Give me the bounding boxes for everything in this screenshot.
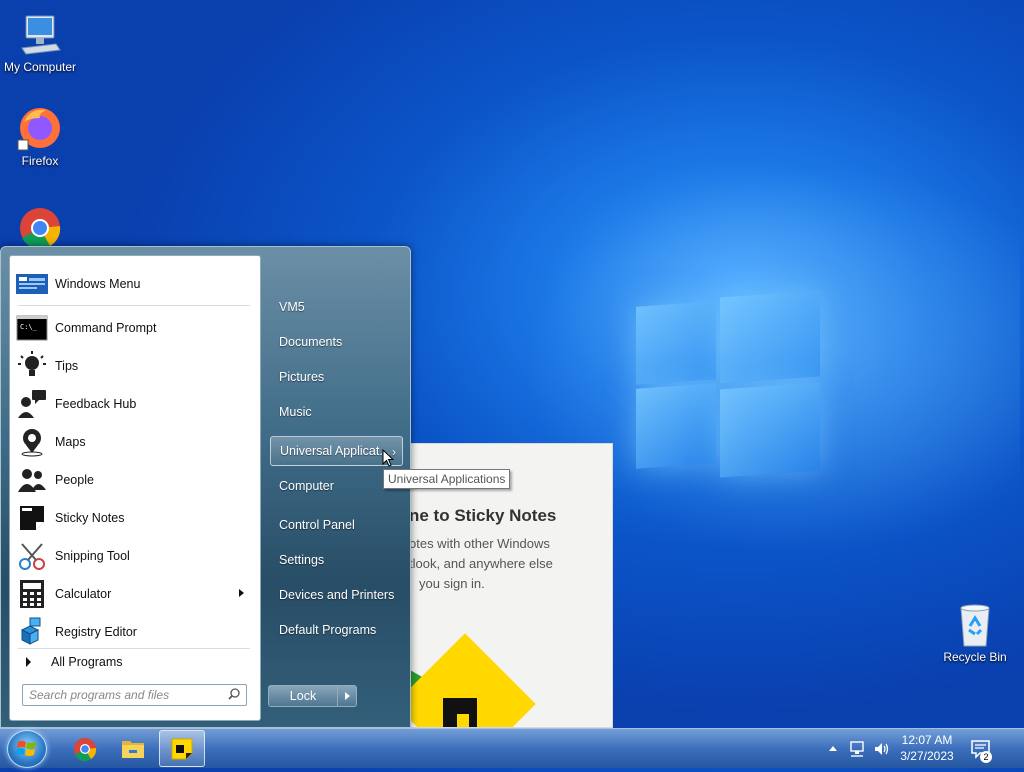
lightbulb-icon xyxy=(16,350,48,382)
recycle-bin-icon xyxy=(951,600,999,648)
desktop-icon-recycle-bin[interactable]: Recycle Bin xyxy=(935,600,1015,664)
start-link-control-panel[interactable]: Control Panel xyxy=(270,510,403,540)
start-link-devices-and-printers[interactable]: Devices and Printers xyxy=(270,580,403,610)
command-prompt-icon: C:\_ xyxy=(16,312,48,344)
programs-separator xyxy=(18,305,250,306)
expand-arrow-icon xyxy=(26,657,31,667)
windows-flag-icon xyxy=(16,741,36,756)
sticky-notes-illustration-accent xyxy=(457,714,469,727)
maps-icon xyxy=(16,426,48,458)
program-feedback-hub[interactable]: Feedback Hub xyxy=(16,386,254,422)
mouse-cursor-icon xyxy=(382,449,394,467)
people-icon xyxy=(16,464,48,496)
search-box[interactable] xyxy=(22,684,247,706)
snipping-tool-icon xyxy=(16,540,48,572)
desktop-icon-label: Firefox xyxy=(21,154,59,168)
windows-menu-icon xyxy=(16,268,48,300)
search-icon xyxy=(228,688,240,700)
start-link-documents[interactable]: Documents xyxy=(270,327,403,357)
start-menu: Windows Menu C:\_ Command Prompt Tips Fe… xyxy=(0,246,411,728)
start-link-settings[interactable]: Settings xyxy=(270,545,403,575)
sticky-notes-icon xyxy=(16,502,48,534)
program-command-prompt[interactable]: C:\_ Command Prompt xyxy=(16,310,254,346)
desktop-icon-label: My Computer xyxy=(3,60,77,74)
start-link-default-programs[interactable]: Default Programs xyxy=(270,615,403,645)
feedback-hub-icon xyxy=(16,388,48,420)
registry-editor-icon xyxy=(16,616,48,648)
program-tips[interactable]: Tips xyxy=(16,348,254,384)
search-input[interactable] xyxy=(27,687,217,703)
program-people[interactable]: People xyxy=(16,462,254,498)
desktop-icon-my-computer[interactable]: My Computer xyxy=(0,10,80,74)
start-link-music[interactable]: Music xyxy=(270,397,403,427)
computer-icon xyxy=(16,10,64,58)
chrome-icon xyxy=(16,204,64,252)
program-sticky-notes[interactable]: Sticky Notes xyxy=(16,500,254,536)
sticky-notes-icon xyxy=(171,738,193,760)
program-windows-menu[interactable]: Windows Menu xyxy=(16,266,254,302)
sticky-notes-heading: ne to Sticky Notes xyxy=(409,506,557,525)
desktop-icon-label: Recycle Bin xyxy=(943,650,1007,664)
tooltip: Universal Applications xyxy=(383,469,511,489)
taskbar: 12:07 AM 3/27/2023 2 xyxy=(0,728,1024,768)
all-programs-button[interactable]: All Programs xyxy=(18,649,254,675)
firefox-icon xyxy=(16,104,64,152)
windows-logo-wallpaper xyxy=(636,290,822,480)
program-maps[interactable]: Maps xyxy=(16,424,254,460)
file-explorer-icon xyxy=(122,741,144,758)
volume-icon[interactable] xyxy=(873,740,891,758)
desktop-icon-firefox[interactable]: Firefox xyxy=(0,104,80,168)
submenu-arrow-icon xyxy=(239,589,244,597)
taskbar-file-explorer-button[interactable] xyxy=(110,730,156,767)
start-button[interactable] xyxy=(7,730,47,768)
notification-count-badge: 2 xyxy=(980,751,992,763)
start-link-vm5[interactable]: VM5 xyxy=(270,292,403,322)
clock-date: 3/27/2023 xyxy=(900,749,954,763)
show-hidden-icons-chevron-icon[interactable] xyxy=(828,744,838,752)
network-icon[interactable] xyxy=(849,740,867,758)
taskbar-sticky-notes-button[interactable] xyxy=(159,730,205,767)
lock-button[interactable]: Lock xyxy=(268,685,338,707)
program-registry-editor[interactable]: Registry Editor xyxy=(16,614,254,650)
chrome-icon xyxy=(74,738,97,761)
start-link-pictures[interactable]: Pictures xyxy=(270,362,403,392)
taskbar-chrome-button[interactable] xyxy=(62,730,108,767)
svg-text:C:\_: C:\_ xyxy=(20,323,38,331)
program-snipping-tool[interactable]: Snipping Tool xyxy=(16,538,254,574)
clock-time: 12:07 AM xyxy=(901,733,953,747)
power-options-arrow-button[interactable] xyxy=(338,685,357,707)
clock[interactable]: 12:07 AM 3/27/2023 xyxy=(893,732,961,764)
start-menu-programs-pane: Windows Menu C:\_ Command Prompt Tips Fe… xyxy=(9,255,261,721)
sticky-notes-body: otes with other Windows tlook, and anywh… xyxy=(409,536,553,591)
calculator-icon xyxy=(16,578,48,610)
program-calculator[interactable]: Calculator xyxy=(16,576,254,612)
